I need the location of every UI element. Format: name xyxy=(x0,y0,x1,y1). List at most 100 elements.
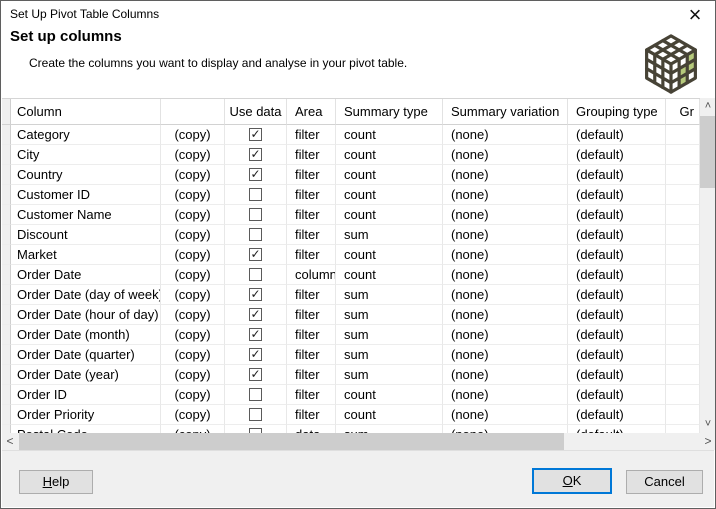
cell-summary-variation[interactable]: (none) xyxy=(443,385,568,405)
table-row[interactable]: Order ID(copy)filtercount(none)(default) xyxy=(2,385,700,405)
vertical-scrollbar-thumb[interactable] xyxy=(700,116,716,188)
col-header-summary-type[interactable]: Summary type xyxy=(336,99,443,125)
cell-summary-variation[interactable]: (none) xyxy=(443,285,568,305)
cell-copy[interactable]: (copy) xyxy=(161,325,225,345)
cell-summary-variation[interactable]: (none) xyxy=(443,265,568,285)
cell-copy[interactable]: (copy) xyxy=(161,225,225,245)
checkbox-checked-icon[interactable] xyxy=(249,128,262,141)
checkbox-checked-icon[interactable] xyxy=(249,288,262,301)
cell-summary-type[interactable]: sum xyxy=(336,225,443,245)
cell-use-data[interactable] xyxy=(225,265,287,285)
cell-grouping-type[interactable]: (default) xyxy=(568,225,666,245)
table-row[interactable]: Customer ID(copy)filtercount(none)(defau… xyxy=(2,185,700,205)
cell-column-name[interactable]: Market xyxy=(11,245,161,265)
cell-area[interactable]: filter xyxy=(287,385,336,405)
table-row[interactable]: Discount(copy)filtersum(none)(default) xyxy=(2,225,700,245)
scroll-right-icon[interactable]: ˃ xyxy=(700,433,716,450)
checkbox-unchecked-icon[interactable] xyxy=(249,408,262,421)
cell-grouping-truncated[interactable] xyxy=(666,385,700,405)
cell-use-data[interactable] xyxy=(225,345,287,365)
cell-use-data[interactable] xyxy=(225,285,287,305)
cell-use-data[interactable] xyxy=(225,165,287,185)
cell-grouping-truncated[interactable] xyxy=(666,305,700,325)
table-row[interactable]: Order Date (month)(copy)filtersum(none)(… xyxy=(2,325,700,345)
cell-grouping-truncated[interactable] xyxy=(666,125,700,145)
col-header-grouping-truncated[interactable]: Gr xyxy=(666,99,700,125)
cell-use-data[interactable] xyxy=(225,185,287,205)
cell-area[interactable]: filter xyxy=(287,305,336,325)
title-bar[interactable]: Set Up Pivot Table Columns × xyxy=(1,1,715,29)
cell-grouping-truncated[interactable] xyxy=(666,205,700,225)
cell-area[interactable]: filter xyxy=(287,125,336,145)
cell-grouping-type[interactable]: (default) xyxy=(568,305,666,325)
cell-summary-type[interactable]: count xyxy=(336,405,443,425)
cell-area[interactable]: filter xyxy=(287,225,336,245)
scroll-left-icon[interactable]: ˂ xyxy=(2,433,18,450)
cell-grouping-truncated[interactable] xyxy=(666,405,700,425)
cell-summary-variation[interactable]: (none) xyxy=(443,365,568,385)
cell-column-name[interactable]: Customer Name xyxy=(11,205,161,225)
cell-grouping-type[interactable]: (default) xyxy=(568,285,666,305)
checkbox-checked-icon[interactable] xyxy=(249,368,262,381)
cancel-button[interactable]: Cancel xyxy=(626,470,703,494)
cell-copy[interactable]: (copy) xyxy=(161,405,225,425)
cell-summary-type[interactable]: sum xyxy=(336,345,443,365)
cell-column-name[interactable]: Category xyxy=(11,125,161,145)
col-header-use-data[interactable]: Use data xyxy=(225,99,287,125)
cell-copy[interactable]: (copy) xyxy=(161,285,225,305)
cell-column-name[interactable]: Order Date (quarter) xyxy=(11,345,161,365)
cell-use-data[interactable] xyxy=(225,365,287,385)
cell-use-data[interactable] xyxy=(225,405,287,425)
cell-grouping-type[interactable]: (default) xyxy=(568,125,666,145)
cell-grouping-type[interactable]: (default) xyxy=(568,345,666,365)
cell-copy[interactable]: (copy) xyxy=(161,205,225,225)
table-row[interactable]: Order Priority(copy)filtercount(none)(de… xyxy=(2,405,700,425)
cell-grouping-truncated[interactable] xyxy=(666,345,700,365)
cell-summary-variation[interactable]: (none) xyxy=(443,185,568,205)
cell-summary-variation[interactable]: (none) xyxy=(443,325,568,345)
cell-column-name[interactable]: Order Date (month) xyxy=(11,325,161,345)
table-row[interactable]: City(copy)filtercount(none)(default) xyxy=(2,145,700,165)
cell-copy[interactable]: (copy) xyxy=(161,165,225,185)
table-row[interactable]: Country(copy)filtercount(none)(default) xyxy=(2,165,700,185)
ok-button[interactable]: OK xyxy=(532,468,612,494)
checkbox-checked-icon[interactable] xyxy=(249,348,262,361)
cell-grouping-truncated[interactable] xyxy=(666,285,700,305)
cell-use-data[interactable] xyxy=(225,245,287,265)
cell-summary-type[interactable]: sum xyxy=(336,365,443,385)
cell-area[interactable]: filter xyxy=(287,325,336,345)
cell-use-data[interactable] xyxy=(225,325,287,345)
cell-summary-variation[interactable]: (none) xyxy=(443,145,568,165)
cell-column-name[interactable]: Order Date (hour of day) xyxy=(11,305,161,325)
checkbox-checked-icon[interactable] xyxy=(249,148,262,161)
cell-grouping-truncated[interactable] xyxy=(666,165,700,185)
cell-copy[interactable]: (copy) xyxy=(161,345,225,365)
cell-summary-variation[interactable]: (none) xyxy=(443,165,568,185)
cell-summary-type[interactable]: count xyxy=(336,125,443,145)
cell-column-name[interactable]: Order Date xyxy=(11,265,161,285)
cell-area[interactable]: filter xyxy=(287,365,336,385)
cell-copy[interactable]: (copy) xyxy=(161,185,225,205)
checkbox-unchecked-icon[interactable] xyxy=(249,388,262,401)
cell-grouping-type[interactable]: (default) xyxy=(568,405,666,425)
cell-copy[interactable]: (copy) xyxy=(161,385,225,405)
cell-use-data[interactable] xyxy=(225,225,287,245)
cell-grouping-truncated[interactable] xyxy=(666,365,700,385)
cell-grouping-truncated[interactable] xyxy=(666,225,700,245)
table-row[interactable]: Order Date (year)(copy)filtersum(none)(d… xyxy=(2,365,700,385)
cell-summary-variation[interactable]: (none) xyxy=(443,345,568,365)
checkbox-unchecked-icon[interactable] xyxy=(249,188,262,201)
cell-column-name[interactable]: City xyxy=(11,145,161,165)
cell-area[interactable]: column xyxy=(287,265,336,285)
cell-summary-type[interactable]: count xyxy=(336,245,443,265)
help-button[interactable]: Help xyxy=(19,470,93,494)
checkbox-checked-icon[interactable] xyxy=(249,308,262,321)
table-row[interactable]: Order Date (day of week)(copy)filtersum(… xyxy=(2,285,700,305)
cell-summary-variation[interactable]: (none) xyxy=(443,205,568,225)
cell-summary-type[interactable]: count xyxy=(336,205,443,225)
scroll-down-icon[interactable]: ˅ xyxy=(700,416,716,433)
cell-copy[interactable]: (copy) xyxy=(161,245,225,265)
cell-grouping-type[interactable]: (default) xyxy=(568,185,666,205)
col-header-column[interactable]: Column xyxy=(11,99,161,125)
cell-copy[interactable]: (copy) xyxy=(161,125,225,145)
